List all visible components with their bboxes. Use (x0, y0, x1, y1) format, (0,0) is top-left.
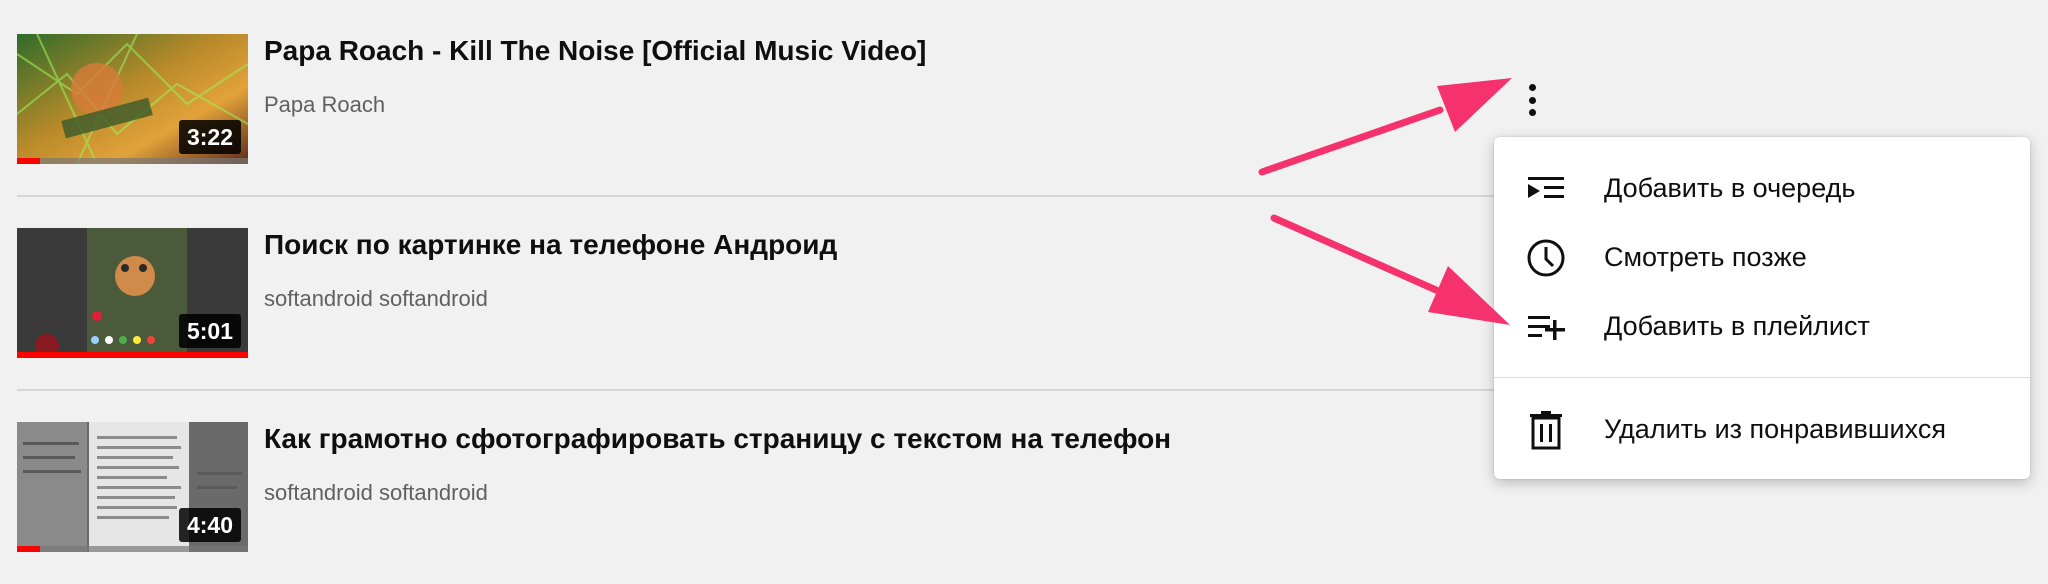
menu-item-label: Добавить в плейлист (1604, 311, 1870, 341)
video-thumbnail[interactable]: 5:01 (17, 228, 248, 358)
watch-progress-bar (17, 546, 248, 552)
watch-progress-bar (17, 158, 248, 164)
menu-item-remove-from-liked[interactable]: Удалить из понравившихся (1494, 395, 2030, 464)
duration-badge: 4:40 (178, 508, 241, 542)
video-row-1[interactable]: 3:22 Papa Roach - Kill The Noise [Offici… (17, 0, 1497, 196)
menu-item-label: Удалить из понравившихся (1604, 414, 1946, 444)
video-title[interactable]: Поиск по картинке на телефоне Андроид (264, 229, 837, 261)
playlist-add-icon (1524, 305, 1568, 349)
watch-progress-bar (17, 352, 248, 358)
dot-icon (1528, 96, 1536, 104)
video-title[interactable]: Papa Roach - Kill The Noise [Official Mu… (264, 35, 926, 67)
watch-progress-fill (17, 352, 248, 358)
menu-item-label: Смотреть позже (1604, 242, 1807, 272)
menu-item-watch-later[interactable]: Смотреть позже (1494, 223, 2030, 292)
duration-badge: 5:01 (178, 314, 241, 348)
video-row-3[interactable]: 4:40 Как грамотно сфотографировать стран… (17, 388, 1497, 584)
video-thumbnail[interactable]: 4:40 (17, 422, 248, 552)
channel-name[interactable]: softandroid softandroid (264, 286, 488, 312)
add-to-queue-icon (1524, 167, 1568, 211)
dot-icon (1528, 109, 1536, 116)
dot-icon (1528, 84, 1536, 91)
watch-progress-fill (17, 158, 41, 164)
video-row-2[interactable]: 5:01 Поиск по картинке на телефоне Андро… (17, 194, 1497, 390)
channel-name[interactable]: softandroid softandroid (264, 480, 488, 506)
menu-item-add-to-playlist[interactable]: Добавить в плейлист (1494, 292, 2030, 361)
clock-icon (1524, 236, 1568, 280)
menu-item-add-to-queue[interactable]: Добавить в очередь (1494, 154, 2030, 223)
watch-progress-fill (17, 546, 41, 552)
channel-name[interactable]: Papa Roach (264, 92, 385, 118)
menu-separator (1494, 377, 2030, 378)
duration-badge: 3:22 (178, 120, 241, 154)
video-thumbnail[interactable]: 3:22 (17, 34, 248, 164)
trash-icon (1524, 408, 1568, 452)
context-menu: Добавить в очередь Смотреть позже Добави… (1494, 137, 2030, 479)
more-actions-button[interactable] (1518, 80, 1546, 120)
menu-item-label: Добавить в очередь (1604, 173, 1856, 203)
video-title[interactable]: Как грамотно сфотографировать страницу с… (264, 423, 1171, 455)
